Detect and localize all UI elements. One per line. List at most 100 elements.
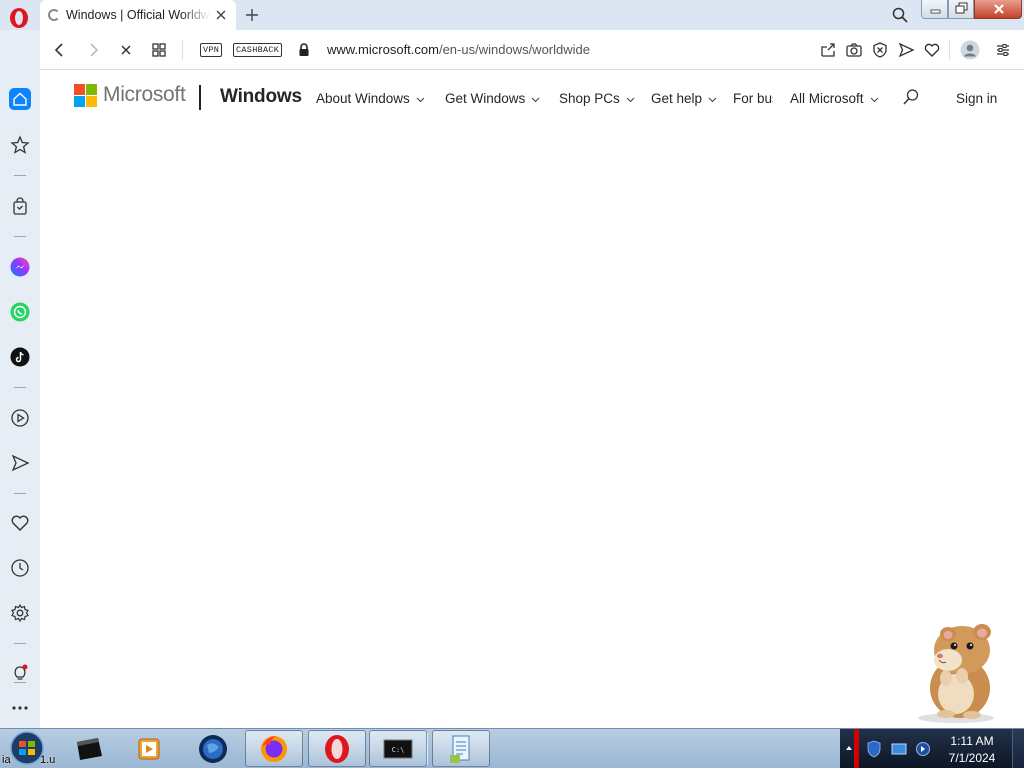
- send-to-flow-icon[interactable]: [897, 41, 915, 59]
- vpn-badge[interactable]: VPN: [200, 43, 223, 57]
- taskbar-app-opera[interactable]: [308, 730, 366, 767]
- more-icon: [12, 706, 28, 710]
- taskbar-app-media-player[interactable]: [120, 730, 178, 767]
- tab-overview-icon[interactable]: [150, 41, 168, 59]
- home-icon: [13, 92, 27, 106]
- media-player-icon: [138, 738, 160, 759]
- forward-icon[interactable]: [84, 41, 102, 59]
- opera-icon: [325, 734, 349, 763]
- loading-spinner-icon: [48, 9, 60, 21]
- site-search-icon[interactable]: [902, 88, 920, 106]
- minimize-icon: [930, 9, 941, 14]
- nav-shop-pcs[interactable]: Shop PCs: [559, 91, 635, 106]
- firefox-icon: [261, 735, 287, 762]
- whatsapp-icon: [10, 302, 30, 322]
- lock-icon[interactable]: [295, 41, 313, 59]
- sidebar-divider: [14, 682, 26, 683]
- black-square-app-icon: [77, 737, 102, 760]
- notepad-icon: [450, 735, 470, 763]
- nav-get-windows[interactable]: Get Windows: [445, 91, 540, 106]
- heart-icon: [11, 515, 29, 531]
- ad-blocker-icon[interactable]: [871, 41, 889, 59]
- settings-icon: [11, 603, 29, 623]
- sign-in-link[interactable]: Sign in: [956, 91, 997, 106]
- sidebar-more-button[interactable]: [9, 697, 31, 719]
- url-field[interactable]: www.microsoft.com/en-us/windows/worldwid…: [327, 42, 590, 57]
- nav-all-microsoft[interactable]: All Microsoft: [790, 91, 879, 106]
- toolbar-divider: [949, 40, 950, 60]
- restore-icon: [955, 2, 968, 14]
- sidebar-settings-button[interactable]: [9, 602, 31, 624]
- tiktok-icon: [10, 347, 30, 367]
- bookmark-heart-icon[interactable]: [923, 41, 941, 59]
- sidebar-tiktok-button[interactable]: [9, 346, 31, 368]
- taskbar-app-black-square[interactable]: [60, 730, 118, 767]
- player-icon: [11, 409, 29, 427]
- cashback-badge[interactable]: CASHBACK: [233, 43, 283, 57]
- windows-taskbar: ia 1.u C:\ 1:11 AM 7/1/2024: [0, 728, 1024, 768]
- windows-brand-link[interactable]: Windows: [220, 86, 302, 108]
- microsoft-brand-link[interactable]: Microsoft: [103, 83, 186, 107]
- opera-menu-icon[interactable]: [8, 7, 30, 29]
- chevron-down-icon: [870, 97, 878, 103]
- network-tray-icon[interactable]: [891, 741, 907, 757]
- taskbar-app-firefox[interactable]: [245, 730, 303, 767]
- show-hidden-icons-arrow-icon[interactable]: [845, 744, 853, 752]
- easy-setup-icon[interactable]: [994, 41, 1012, 59]
- tab-search-icon[interactable]: [891, 6, 909, 24]
- chevron-down-icon: [416, 97, 425, 103]
- taskbar-app-terminal[interactable]: C:\: [369, 730, 427, 767]
- nav-label: All Microsoft: [790, 91, 864, 106]
- profile-avatar-icon[interactable]: [960, 40, 980, 60]
- sidebar-messenger-button[interactable]: [9, 256, 31, 278]
- new-tab-icon[interactable]: [243, 6, 261, 24]
- window-minimize-button[interactable]: [921, 0, 948, 19]
- volume-tray-icon[interactable]: [915, 740, 931, 758]
- snapshot-camera-icon[interactable]: [845, 41, 863, 59]
- messenger-icon: [10, 257, 30, 277]
- send-icon: [11, 454, 30, 472]
- nav-for-business[interactable]: For bus: [733, 91, 773, 106]
- nav-label: About Windows: [316, 91, 410, 106]
- nav-about-windows[interactable]: About Windows: [316, 91, 425, 106]
- sidebar-bookmarks-button[interactable]: [9, 512, 31, 534]
- tab-title: Windows | Official Worldwide: [66, 8, 210, 22]
- sidebar-divider: [14, 236, 26, 237]
- toolbar-divider: [182, 40, 183, 60]
- nav-label: Shop PCs: [559, 91, 620, 106]
- svg-text:C:\: C:\: [392, 746, 405, 754]
- window-restore-button[interactable]: [948, 0, 974, 19]
- browser-tab-active[interactable]: Windows | Official Worldwide: [40, 0, 236, 30]
- nav-get-help[interactable]: Get help: [651, 91, 717, 106]
- share-icon[interactable]: [819, 41, 837, 59]
- taskbar-app-notepad[interactable]: [432, 730, 490, 767]
- sidebar-flow-button[interactable]: [9, 452, 31, 474]
- window-close-button[interactable]: [974, 0, 1022, 19]
- shopping-bag-icon: [13, 197, 27, 215]
- close-tab-icon[interactable]: [214, 8, 228, 22]
- sidebar-speed-dial-button[interactable]: [9, 134, 31, 156]
- url-domain: www.microsoft.com: [327, 42, 439, 57]
- nav-label: Get help: [651, 91, 703, 106]
- clock-time: 1:11 AM: [950, 734, 994, 748]
- taskbar-divider: [426, 733, 428, 765]
- sidebar-shopping-button[interactable]: [9, 195, 31, 217]
- sidebar-whatsapp-button[interactable]: [9, 301, 31, 323]
- taskbar-clock[interactable]: 1:11 AM 7/1/2024: [936, 733, 1008, 767]
- opera-sidebar: [0, 30, 40, 728]
- browser-tab-strip: Windows | Official Worldwide: [0, 0, 1024, 30]
- sidebar-divider: [14, 643, 26, 644]
- desktop-icon-label-partial: ia: [2, 754, 11, 766]
- nav-label: For bus: [733, 91, 773, 106]
- back-icon[interactable]: [51, 41, 69, 59]
- security-shield-tray-icon[interactable]: [866, 740, 882, 758]
- sidebar-tips-button[interactable]: [9, 662, 31, 684]
- show-desktop-button[interactable]: [1012, 729, 1024, 768]
- sidebar-home-button[interactable]: [9, 88, 31, 110]
- microsoft-logo-icon[interactable]: [74, 84, 97, 107]
- sidebar-history-button[interactable]: [9, 557, 31, 579]
- sidebar-player-button[interactable]: [9, 407, 31, 429]
- taskbar-app-globe[interactable]: [184, 730, 242, 767]
- hamster-desktop-pet-icon[interactable]: [912, 616, 1004, 724]
- stop-loading-icon[interactable]: [117, 41, 135, 59]
